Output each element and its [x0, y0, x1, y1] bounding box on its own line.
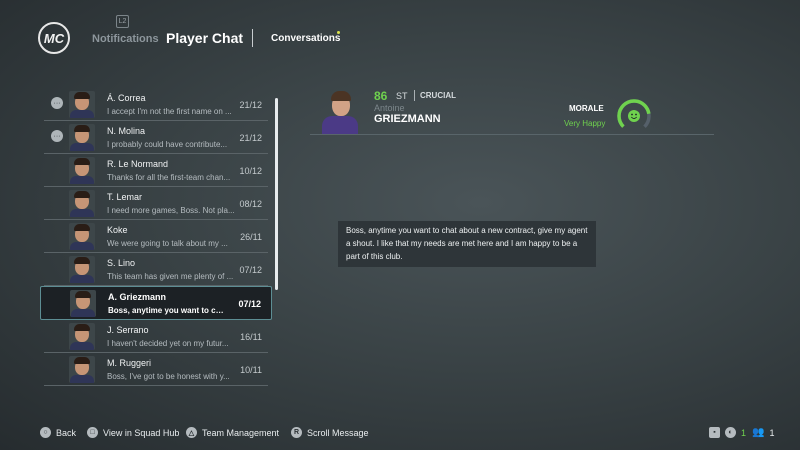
conversation-date: 07/12 — [239, 265, 262, 275]
conversation-preview: I accept I'm not the first name on ... — [107, 107, 232, 116]
conversation-preview: I need more games, Boss. Not pla... — [107, 206, 235, 215]
player-rating: 86 — [374, 89, 388, 103]
player-avatar — [69, 256, 95, 283]
player-avatar — [69, 356, 95, 383]
conversation-name: A. Griezmann — [108, 292, 167, 302]
conversation-name: S. Lino — [107, 258, 136, 268]
controller-icon: ▪ — [709, 427, 720, 438]
new-dot-icon — [337, 31, 340, 34]
conversation-date: 21/12 — [239, 133, 262, 143]
player-avatar — [69, 223, 95, 250]
conversation-name: N. Molina — [107, 126, 146, 136]
conversation-preview: I probably could have contribute... — [107, 140, 228, 149]
player-header: 86 ST CRUCIAL Antoine GRIEZMANN MORALE V… — [310, 86, 714, 135]
player-first-name: Antoine — [374, 103, 405, 113]
triangle-button-icon: △ — [186, 427, 197, 438]
conversation-date: 08/12 — [239, 199, 262, 209]
player-role: CRUCIAL — [420, 91, 456, 100]
conversation-date: 16/11 — [240, 332, 262, 342]
conversation-date: 10/11 — [240, 365, 262, 375]
player-avatar — [69, 124, 95, 151]
conversation-preview: Boss, anytime you want to chat ... — [108, 306, 224, 315]
conversation-item[interactable]: R. Le Normand Thanks for all the first-te… — [44, 154, 268, 187]
conversation-name: J. Serrano — [107, 325, 149, 335]
player-avatar — [69, 323, 95, 350]
morale-gauge — [617, 99, 651, 133]
conversation-preview: Thanks for all the first-team chan... — [107, 173, 231, 182]
conversation-preview: This team has given me plenty of ... — [107, 272, 234, 281]
conversation-item[interactable]: ··· N. Molina I probably could have contri… — [44, 121, 268, 154]
view-squad-hub-button[interactable]: □ View in Squad Hub — [87, 427, 179, 438]
app-logo: MC — [38, 22, 70, 54]
message-bubble: Boss, anytime you want to chat about a n… — [338, 221, 596, 267]
player-avatar — [69, 190, 95, 217]
list-scrollbar[interactable] — [275, 98, 278, 290]
conversations-label[interactable]: Conversations — [271, 33, 340, 44]
indicator-icon: ◐ — [725, 427, 736, 438]
notifications-shortcut-icon: L2 — [116, 15, 129, 28]
conversation-name: T. Lemar — [107, 192, 143, 202]
chat-bubble-icon: ··· — [51, 130, 63, 142]
status-users: 👥 1 — [752, 427, 774, 438]
team-management-button[interactable]: △ Team Management — [186, 427, 279, 438]
logo-text: MC — [43, 30, 65, 46]
circle-button-icon: ○ — [40, 427, 51, 438]
square-button-icon: □ — [87, 427, 98, 438]
conversation-item[interactable]: J. Serrano I haven't decided yet on my fu… — [44, 320, 268, 353]
conversation-preview: Boss, I've got to be honest with y... — [107, 372, 230, 381]
player-avatar — [69, 157, 95, 184]
scroll-message-label: Scroll Message — [307, 427, 369, 438]
status-online: ▪ ◐ 1 — [709, 427, 746, 438]
player-portrait — [320, 88, 360, 134]
team-management-label: Team Management — [202, 427, 280, 438]
happy-face-icon — [628, 110, 640, 122]
conversation-item[interactable]: A. Griezmann Boss, anytime you want to ch… — [40, 286, 272, 320]
tab-player-chat[interactable]: Player Chat — [166, 30, 243, 46]
back-button[interactable]: ○ Back — [40, 427, 76, 438]
player-avatar — [70, 290, 96, 317]
conversation-preview: I haven't decided yet on my futur... — [107, 339, 229, 348]
conversation-list: ··· Á. Correa I accept I'm not the first n… — [40, 88, 272, 386]
conversation-name: R. Le Normand — [107, 159, 169, 169]
player-avatar — [69, 91, 95, 118]
status-count-2: 1 — [769, 427, 775, 438]
scroll-message-button[interactable]: R Scroll Message — [291, 427, 369, 438]
conversation-name: M. Ruggeri — [107, 358, 152, 368]
conversation-item[interactable]: M. Ruggeri Boss, I've got to be honest wi… — [44, 353, 268, 386]
header-divider — [252, 29, 253, 47]
conversation-date: 21/12 — [239, 100, 262, 110]
tab-notifications[interactable]: Notifications — [92, 33, 159, 45]
conversation-date: 26/11 — [240, 232, 262, 242]
chat-bubble-icon: ··· — [51, 97, 63, 109]
morale-value: Very Happy — [564, 119, 606, 128]
conversation-name: Koke — [107, 225, 128, 235]
conversation-item[interactable]: ··· Á. Correa I accept I'm not the first n… — [44, 88, 268, 121]
player-position: ST — [396, 91, 408, 101]
conversation-preview: We were going to talk about my ... — [107, 239, 228, 248]
conversation-date: 10/12 — [239, 166, 262, 176]
right-stick-icon: R — [291, 427, 302, 438]
status-count-1: 1 — [741, 427, 747, 438]
back-label: Back — [56, 427, 77, 438]
conversation-name: Á. Correa — [107, 93, 146, 103]
conversation-item[interactable]: Koke We were going to talk about my ... 26… — [44, 220, 268, 253]
player-last-name: GRIEZMANN — [374, 113, 441, 125]
squad-hub-label: View in Squad Hub — [103, 427, 180, 438]
position-divider — [414, 90, 415, 101]
conversation-date: 07/12 — [238, 299, 261, 309]
conversation-item[interactable]: S. Lino This team has given me plenty of … — [44, 253, 268, 286]
conversation-item[interactable]: T. Lemar I need more games, Boss. Not pla… — [44, 187, 268, 220]
users-icon: 👥 — [752, 427, 765, 438]
morale-label: MORALE — [569, 104, 604, 113]
